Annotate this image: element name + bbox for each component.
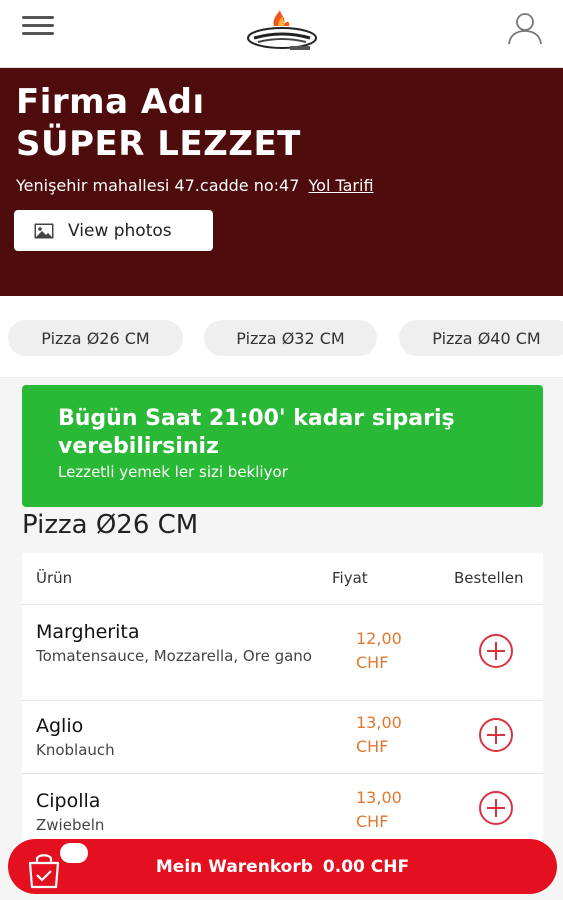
view-photos-button[interactable]: View photos <box>14 210 213 251</box>
column-product: Ürün <box>36 569 73 587</box>
cart-summary: Mein Warenkorb 0.00 CHF <box>8 839 557 894</box>
price-currency: CHF <box>356 737 389 756</box>
menu-table: Ürün Fiyat Bestellen Margherita Tomatens… <box>22 553 543 854</box>
category-chip[interactable]: Pizza Ø32 CM <box>204 320 377 356</box>
view-photos-label: View photos <box>68 220 172 241</box>
table-row: Aglio Knoblauch 13,00 CHF <box>22 701 543 774</box>
product-price: 13,00 CHF <box>356 786 426 834</box>
section-title: Pizza Ø26 CM <box>22 510 199 540</box>
firm-name: SÜPER LEZZET <box>16 124 301 164</box>
price-amount: 12,00 <box>356 629 402 648</box>
address-text: Yenişehir mahallesi 47.cadde no:47 <box>16 176 300 195</box>
column-price: Fiyat <box>332 569 368 587</box>
product-description: Knoblauch <box>36 741 115 759</box>
restaurant-logo[interactable] <box>244 8 320 58</box>
product-name: Aglio <box>36 715 84 737</box>
plus-circle-icon[interactable] <box>478 790 514 826</box>
table-row: Margherita Tomatensauce, Mozzarella, Ore… <box>22 605 543 701</box>
directions-link[interactable]: Yol Tarifi <box>309 176 374 195</box>
product-description: Tomatensauce, Mozzarella, Ore gano <box>36 647 312 665</box>
user-profile-icon[interactable] <box>504 10 546 46</box>
address-line: Yenişehir mahallesi 47.cadde no:47 Yol T… <box>16 176 374 195</box>
product-description: Zwiebeln <box>36 816 105 834</box>
cart-total: 0.00 CHF <box>322 856 410 877</box>
price-amount: 13,00 <box>356 788 402 807</box>
top-bar <box>0 0 563 68</box>
column-order: Bestellen <box>454 569 524 587</box>
restaurant-hero: Firma Adı SÜPER LEZZET Yenişehir mahalle… <box>0 68 563 296</box>
price-currency: CHF <box>356 653 389 672</box>
category-chip[interactable]: Pizza Ø40 CM <box>399 320 563 356</box>
price-amount: 13,00 <box>356 713 402 732</box>
order-hours-notice: Bügün Saat 21:00' kadar sipariş verebili… <box>22 385 543 507</box>
table-header: Ürün Fiyat Bestellen <box>22 553 543 605</box>
notice-subtitle: Lezzetli yemek ler sizi bekliyor <box>58 463 288 481</box>
cart-button[interactable]: Mein Warenkorb 0.00 CHF <box>8 839 557 894</box>
category-chip[interactable]: Pizza Ø26 CM <box>8 320 183 356</box>
product-price: 13,00 CHF <box>356 711 426 759</box>
category-tabs: Pizza Ø26 CM Pizza Ø32 CM Pizza Ø40 CM <box>0 296 563 378</box>
product-price: 12,00 CHF <box>356 627 426 675</box>
firm-label: Firma Adı <box>16 82 205 122</box>
product-name: Margherita <box>36 621 140 643</box>
notice-title: Bügün Saat 21:00' kadar sipariş verebili… <box>58 406 455 459</box>
image-icon <box>34 223 54 238</box>
product-name: Cipolla <box>36 790 101 812</box>
plus-circle-icon[interactable] <box>478 633 514 669</box>
hamburger-menu-icon[interactable] <box>22 16 54 38</box>
plus-circle-icon[interactable] <box>478 717 514 753</box>
price-currency: CHF <box>356 812 389 831</box>
cart-label: Mein Warenkorb <box>155 856 313 877</box>
